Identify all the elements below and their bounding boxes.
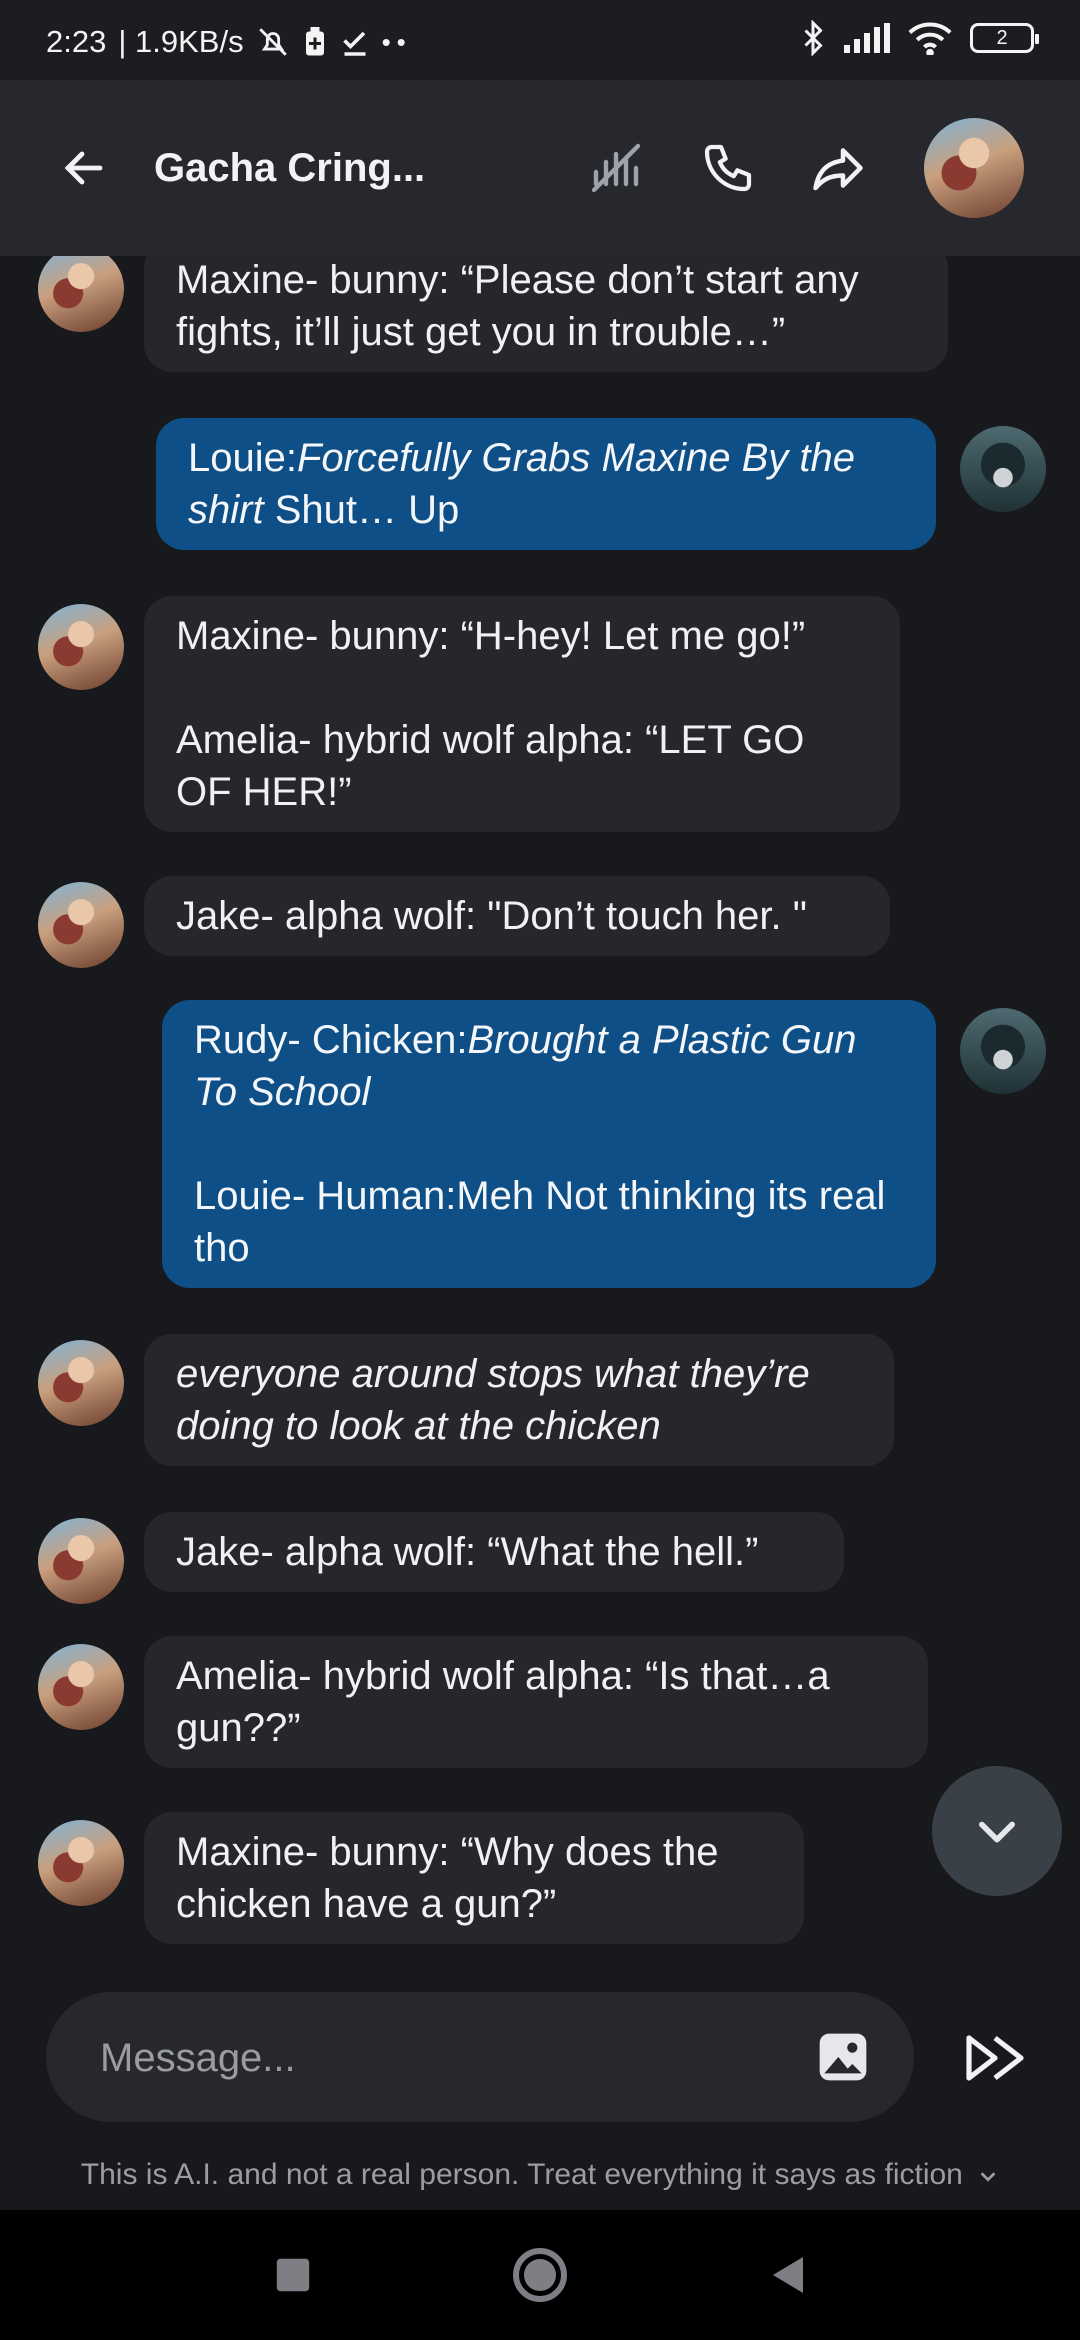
message-text: Rudy- Chicken:	[194, 1018, 468, 1062]
signal-icon	[844, 23, 890, 53]
character-message[interactable]: Maxine- bunny: “Why does the chicken hav…	[144, 1812, 804, 1944]
user-message[interactable]: Rudy- Chicken:Brought a Plastic Gun To S…	[162, 1000, 936, 1288]
character-message[interactable]: Maxine- bunny: “H-hey! Let me go!” Amelia…	[144, 596, 900, 832]
chat-title[interactable]: Gacha Cring...	[154, 146, 425, 191]
character-message[interactable]: Jake- alpha wolf: "Don’t touch her. "	[144, 876, 890, 956]
message-action-text: everyone around stops what they’re doing…	[176, 1352, 810, 1448]
character-avatar[interactable]	[924, 118, 1024, 218]
user-avatar[interactable]	[960, 1008, 1046, 1094]
back-button[interactable]	[54, 138, 114, 198]
fast-forward-send-icon	[966, 2035, 1024, 2081]
home-button[interactable]	[505, 2240, 575, 2310]
recents-button[interactable]	[258, 2240, 328, 2310]
share-button[interactable]	[806, 136, 870, 200]
character-avatar[interactable]	[38, 256, 124, 332]
message-text: Maxine- bunny: “H-hey! Let me go!”	[176, 614, 806, 658]
system-nav-bar	[0, 2210, 1080, 2340]
character-message[interactable]: Jake- alpha wolf: “What the hell.”	[144, 1512, 844, 1592]
user-message[interactable]: Louie:Forcefully Grabs Maxine By the shi…	[156, 418, 936, 550]
bluetooth-icon	[800, 20, 826, 56]
chevron-down-icon	[979, 1821, 1015, 1843]
message-text: Louie- Human:Meh Not thinking its real t…	[194, 1174, 886, 1270]
disclaimer-text: This is A.I. and not a real person. Trea…	[80, 2158, 963, 2191]
system-back-button[interactable]	[752, 2240, 822, 2310]
user-avatar[interactable]	[960, 426, 1046, 512]
battery-saver-icon	[302, 27, 328, 57]
message-text: Amelia- hybrid wolf alpha: “LET GO OF HE…	[176, 718, 805, 814]
send-button[interactable]	[954, 2022, 1040, 2094]
character-avatar[interactable]	[38, 604, 124, 690]
message-list[interactable]: Maxine- bunny: “Please don’t start any f…	[0, 256, 1080, 1980]
status-bar: 2:23 | 1.9KB/s •• 2	[0, 0, 1080, 80]
mute-voice-button[interactable]	[584, 136, 648, 200]
voice-off-icon	[591, 143, 641, 193]
triangle-left-icon	[773, 2257, 803, 2293]
message-text: Maxine- bunny: “Why does the chicken hav…	[176, 1830, 719, 1926]
task-check-icon	[340, 27, 370, 57]
character-message[interactable]: everyone around stops what they’re doing…	[144, 1334, 894, 1466]
character-message[interactable]: Amelia- hybrid wolf alpha: “Is that…a gu…	[144, 1636, 928, 1768]
battery-icon: 2	[970, 23, 1039, 53]
character-avatar[interactable]	[38, 1644, 124, 1730]
arrow-left-icon	[64, 151, 103, 185]
network-speed: | 1.9KB/s	[118, 24, 244, 59]
message-text: Shut… Up	[263, 488, 460, 532]
message-text: Maxine- bunny: “Please don’t start any f…	[176, 258, 859, 354]
square-icon	[276, 2258, 310, 2292]
message-text: Jake- alpha wolf: "Don’t touch her. "	[176, 894, 807, 938]
phone-icon	[704, 144, 752, 192]
attach-image-button[interactable]	[808, 2022, 878, 2092]
message-input-bar	[46, 1992, 914, 2122]
circle-icon	[513, 2248, 567, 2302]
character-avatar[interactable]	[38, 882, 124, 968]
character-avatar[interactable]	[38, 1820, 124, 1906]
message-text: Jake- alpha wolf: “What the hell.”	[176, 1530, 759, 1574]
mute-icon	[256, 25, 290, 59]
call-button[interactable]	[696, 136, 760, 200]
message-text: Amelia- hybrid wolf alpha: “Is that…a gu…	[176, 1654, 830, 1750]
scroll-to-bottom-button[interactable]	[932, 1766, 1062, 1896]
chat-header: Gacha Cring...	[0, 80, 1080, 256]
message-text: Louie:	[188, 436, 297, 480]
image-icon	[819, 2033, 867, 2081]
chevron-down-icon	[980, 2172, 996, 2182]
character-message[interactable]: Maxine- bunny: “Please don’t start any f…	[144, 256, 948, 372]
share-arrow-icon	[813, 148, 863, 191]
message-input[interactable]	[98, 2022, 802, 2094]
ai-disclaimer[interactable]: This is A.I. and not a real person. Trea…	[0, 2158, 1080, 2192]
more-notifications-icon: ••	[381, 26, 412, 57]
status-time: 2:23	[46, 24, 107, 59]
character-avatar[interactable]	[38, 1340, 124, 1426]
wifi-icon	[908, 21, 952, 55]
character-avatar[interactable]	[38, 1518, 124, 1604]
